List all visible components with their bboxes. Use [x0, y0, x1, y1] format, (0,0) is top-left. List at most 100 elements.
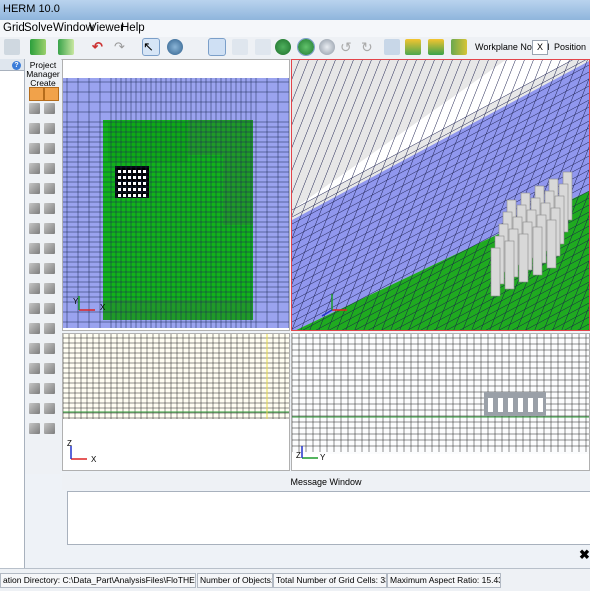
palette-object-icon[interactable] [44, 283, 55, 294]
viewport-iso[interactable] [291, 59, 590, 331]
palette-object-icon[interactable] [44, 343, 55, 354]
axis-label: Y [320, 453, 326, 462]
chip-pad [123, 182, 126, 185]
palette-object-icon[interactable] [29, 203, 40, 214]
message-window[interactable] [67, 491, 590, 545]
palette-object-icon[interactable] [44, 103, 55, 114]
palette-object-icon[interactable] [44, 303, 55, 314]
mesh-icon[interactable] [58, 39, 74, 55]
status-objects: Number of Objects: 93 [197, 573, 273, 588]
help-icon[interactable]: ? [12, 61, 21, 70]
chip-pad [123, 176, 126, 179]
forward-arrow-icon[interactable] [44, 87, 59, 101]
view-icon[interactable] [232, 39, 248, 55]
palette-object-icon[interactable] [29, 243, 40, 254]
palette-object-icon[interactable] [29, 223, 40, 234]
viewport-side[interactable]: Z X [62, 333, 290, 471]
project-tree-panel[interactable] [0, 59, 25, 568]
heatsink-fin [508, 398, 513, 412]
chip-pad [138, 182, 141, 185]
axis-label: Z [296, 451, 301, 460]
palette-object-icon[interactable] [44, 203, 55, 214]
palette-object-icon[interactable] [29, 123, 40, 134]
chip-pad [143, 188, 146, 191]
palette-object-icon[interactable] [29, 423, 40, 434]
heatsink-fin [546, 219, 557, 269]
palette-object-icon[interactable] [29, 143, 40, 154]
palette-object-icon[interactable] [44, 163, 55, 174]
back-arrow-icon[interactable] [29, 87, 44, 101]
axis-label: Y [73, 297, 79, 306]
menu-solve[interactable]: Solve [24, 22, 53, 34]
viewport-front[interactable]: Z Y [291, 333, 590, 471]
menu-help[interactable]: Help [121, 22, 145, 34]
menu-bar: Grid Solve Window Viewer Help [0, 20, 590, 38]
viewport-top-drawing: Y X [63, 78, 289, 330]
move-icon[interactable] [428, 39, 444, 55]
chip-pad [128, 176, 131, 179]
heatsink-fin [518, 398, 523, 412]
viewport-top[interactable]: Y X [62, 59, 290, 331]
palette-object-icon[interactable] [29, 403, 40, 414]
pointer-icon[interactable]: ↖ [142, 38, 160, 56]
palette-object-icon[interactable] [44, 243, 55, 254]
palette-object-icon[interactable] [29, 343, 40, 354]
heatsink-fin [538, 398, 543, 412]
palette-object-icon[interactable] [29, 283, 40, 294]
palette-object-icon[interactable] [29, 303, 40, 314]
palette-object-icon[interactable] [29, 383, 40, 394]
align-icon[interactable] [384, 39, 400, 55]
palette-object-icon[interactable] [29, 363, 40, 374]
cube-icon[interactable] [319, 39, 335, 55]
undo-icon[interactable]: ↶ [92, 39, 108, 55]
move-icon[interactable] [405, 39, 421, 55]
chip-pad [133, 194, 136, 197]
status-directory: ation Directory: C:\Data_Part\AnalysisFi… [0, 573, 196, 588]
workplane-icon[interactable] [451, 39, 467, 55]
status-cells: Total Number of Grid Cells: 330659 [273, 573, 387, 588]
palette-object-icon[interactable] [44, 383, 55, 394]
palette-object-icon[interactable] [29, 263, 40, 274]
title-bar: HERM 10.0 [0, 0, 590, 20]
green-view-icon[interactable] [275, 39, 291, 55]
rotate-icon[interactable] [167, 39, 183, 55]
chip-pad [143, 182, 146, 185]
rotate-cw-icon[interactable]: ↻ [361, 39, 377, 55]
chip-pad [138, 170, 141, 173]
palette-object-icon[interactable] [44, 363, 55, 374]
green-view-icon[interactable] [297, 38, 315, 56]
palette-object-icon[interactable] [44, 403, 55, 414]
chip-pad [123, 170, 126, 173]
view-icon[interactable] [208, 38, 226, 56]
workplane-axis-select[interactable]: X [532, 40, 548, 55]
redo-icon[interactable]: ↷ [114, 39, 130, 55]
palette-object-icon[interactable] [44, 423, 55, 434]
palette-object-icon[interactable] [44, 223, 55, 234]
palette-object-icon[interactable] [44, 123, 55, 134]
view-icon[interactable] [255, 39, 271, 55]
chip-pad [138, 176, 141, 179]
chip-pad [118, 176, 121, 179]
heatsink-fin [490, 247, 501, 297]
chip-pad [133, 182, 136, 185]
palette-object-icon[interactable] [44, 323, 55, 334]
close-icon[interactable]: ✖ [579, 547, 590, 563]
grid-icon[interactable] [4, 39, 20, 55]
menu-viewer[interactable]: Viewer [89, 22, 124, 34]
mesh-icon[interactable] [30, 39, 46, 55]
rotate-ccw-icon[interactable]: ↺ [340, 39, 356, 55]
chip-pad [118, 194, 121, 197]
palette-object-icon[interactable] [29, 183, 40, 194]
chip-pad [143, 194, 146, 197]
heatsink-fin [504, 240, 515, 290]
palette-object-icon[interactable] [29, 323, 40, 334]
palette-object-icon[interactable] [44, 183, 55, 194]
menu-grid[interactable]: Grid [3, 22, 25, 34]
menu-window[interactable]: Window [53, 22, 94, 34]
palette-object-icon[interactable] [44, 263, 55, 274]
palette-object-icon[interactable] [44, 143, 55, 154]
palette-object-icon[interactable] [29, 103, 40, 114]
window-title: HERM 10.0 [3, 3, 60, 15]
chip-pad [143, 176, 146, 179]
palette-object-icon[interactable] [29, 163, 40, 174]
